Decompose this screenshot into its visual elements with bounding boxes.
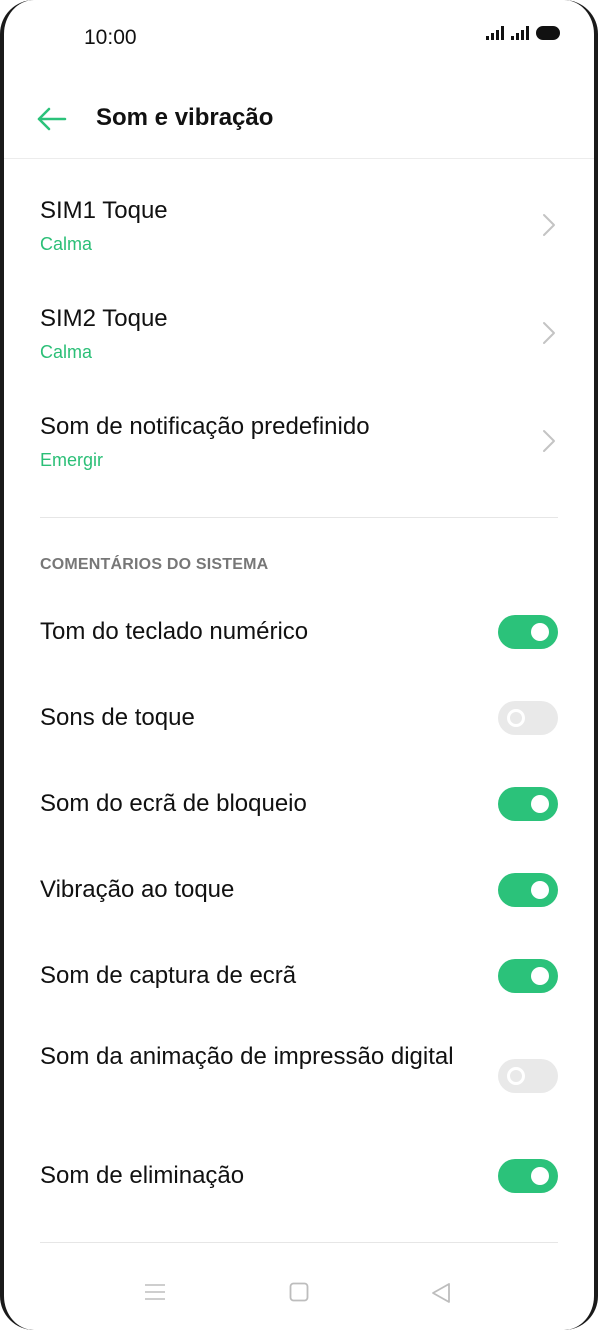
toggle-label: Som do ecrã de bloqueio bbox=[40, 790, 307, 817]
toggle-knob bbox=[507, 709, 525, 727]
notification-sound-title: Som de notificação predefinido bbox=[40, 413, 370, 440]
delete-sound-toggle[interactable] bbox=[498, 1159, 558, 1193]
navigation-bar bbox=[0, 1270, 598, 1310]
toggle-knob bbox=[531, 795, 549, 813]
header-divider bbox=[0, 158, 598, 159]
toggle-row-lock-screen-sound: Som do ecrã de bloqueio bbox=[40, 786, 558, 822]
page-title: Som e vibração bbox=[96, 104, 274, 131]
touch-vibration-toggle[interactable] bbox=[498, 873, 558, 907]
chevron-right-icon bbox=[543, 322, 555, 344]
toggle-row-keypad-tone: Tom do teclado numérico bbox=[40, 614, 558, 650]
toggle-knob bbox=[531, 967, 549, 985]
toggle-label: Tom do teclado numérico bbox=[40, 618, 309, 645]
chevron-right-icon bbox=[543, 214, 555, 236]
sim1-ringtone-title: SIM1 Toque bbox=[40, 197, 168, 224]
toggle-knob bbox=[531, 1167, 549, 1185]
toggle-label: Som da animação de impressão digital bbox=[40, 1043, 454, 1070]
sim1-ringtone-value: Calma bbox=[40, 234, 93, 254]
toggle-knob bbox=[531, 881, 549, 899]
lock-screen-sound-toggle[interactable] bbox=[498, 787, 558, 821]
menu-icon[interactable] bbox=[144, 1282, 166, 1302]
keypad-tone-toggle[interactable] bbox=[498, 615, 558, 649]
toggle-row-touch-sounds: Sons de toque bbox=[40, 700, 558, 736]
sim1-ringtone-row[interactable]: SIM1 Toque Calma bbox=[40, 196, 558, 266]
status-time: 10:00 bbox=[84, 26, 137, 49]
chevron-right-icon bbox=[543, 430, 555, 452]
section-header-system-feedback: COMENTÁRIOS DO SISTEMA bbox=[40, 556, 269, 573]
app-bar: Som e vibração bbox=[0, 90, 598, 150]
status-icons bbox=[486, 26, 560, 40]
signal-sim2-icon bbox=[511, 26, 529, 40]
arrow-left-icon[interactable] bbox=[36, 104, 68, 134]
toggle-label: Sons de toque bbox=[40, 704, 195, 731]
toggle-row-touch-vibration: Vibração ao toque bbox=[40, 872, 558, 908]
toggle-label: Som de captura de ecrã bbox=[40, 962, 297, 989]
fingerprint-sound-toggle[interactable] bbox=[498, 1059, 558, 1093]
bottom-divider bbox=[40, 1242, 558, 1243]
notification-sound-row[interactable]: Som de notificação predefinido Emergir bbox=[40, 412, 558, 482]
toggle-label: Som de eliminação bbox=[40, 1162, 245, 1189]
battery-icon bbox=[536, 26, 560, 40]
sim2-ringtone-value: Calma bbox=[40, 342, 93, 362]
toggle-row-screenshot-sound: Som de captura de ecrã bbox=[40, 958, 558, 994]
toggle-row-fingerprint-sound: Som da animação de impressão digital bbox=[40, 1042, 558, 1112]
toggle-row-delete-sound: Som de eliminação bbox=[40, 1158, 558, 1194]
touch-sounds-toggle[interactable] bbox=[498, 701, 558, 735]
sim2-ringtone-title: SIM2 Toque bbox=[40, 305, 168, 332]
home-icon[interactable] bbox=[289, 1282, 309, 1302]
sim2-ringtone-row[interactable]: SIM2 Toque Calma bbox=[40, 304, 558, 374]
notification-sound-value: Emergir bbox=[40, 450, 104, 470]
toggle-knob bbox=[507, 1067, 525, 1085]
section-divider bbox=[40, 517, 558, 518]
toggle-knob bbox=[531, 623, 549, 641]
status-bar: 10:00 bbox=[0, 0, 598, 80]
toggle-label: Vibração ao toque bbox=[40, 876, 235, 903]
back-triangle-icon[interactable] bbox=[430, 1282, 452, 1304]
screenshot-sound-toggle[interactable] bbox=[498, 959, 558, 993]
signal-sim1-icon bbox=[486, 26, 504, 40]
